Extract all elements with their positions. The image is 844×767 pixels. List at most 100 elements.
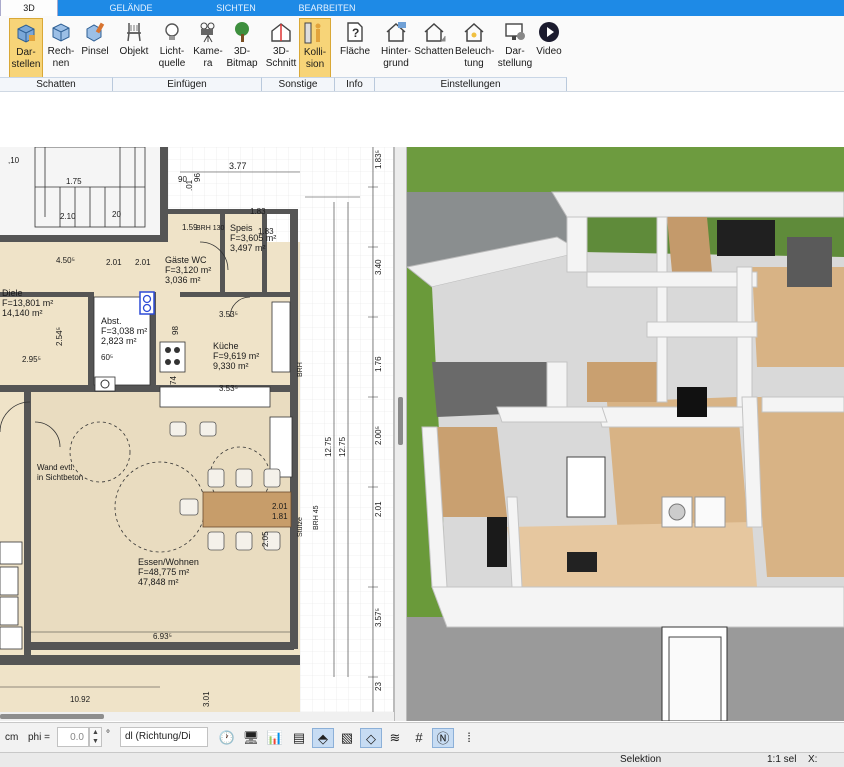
status-scale: 1:1 sel [767, 754, 797, 765]
tab-bearbeiten[interactable]: BEARBEITEN [292, 0, 362, 16]
walls-view-icon[interactable]: ⬘ [312, 728, 334, 748]
darstellen-button[interactable]: Dar- stellen [9, 18, 43, 78]
dim-98: 98 [171, 326, 180, 335]
dim-201v: 2.01 [374, 501, 383, 517]
label-brh130: BRH 130 [196, 225, 225, 232]
bottom-toolbar: cm phi = ▲▼ ° dl (Richtung/Di 🕐 🖥 📊 ▤ ⬘ … [0, 722, 844, 752]
plan-horizontal-scrollbar[interactable] [0, 712, 394, 721]
room-wc-name: Gäste WC [165, 255, 207, 265]
room-diele-a: 14,140 m² [2, 308, 43, 318]
kollision-label: Kolli- sion [303, 47, 327, 70]
view-splitter[interactable] [394, 147, 407, 721]
schnitt-button[interactable]: 3D- Schnitt [265, 18, 297, 78]
monitor-settings-icon [505, 23, 525, 40]
kollision-button[interactable]: Kolli- sion [299, 18, 331, 78]
lightbulb-icon [165, 23, 179, 40]
area-question-icon: ? [347, 22, 363, 42]
tab-3d[interactable]: 3D [0, 0, 58, 16]
section-house-icon [271, 23, 291, 42]
dim-23: 23 [374, 682, 383, 691]
dim-200: 2.00⁵ [374, 426, 383, 445]
room-abst-name: Abst. [101, 316, 122, 326]
dim-175: 1.75 [66, 177, 82, 186]
tab-sichten[interactable]: SICHTEN [206, 0, 266, 16]
dim-60: 60⁵ [101, 353, 113, 362]
flaeche-label: Fläche [339, 46, 370, 57]
north-icon[interactable]: Ⓝ [432, 728, 454, 748]
dim-205: 2.05 [261, 531, 270, 547]
status-bar: Selektion 1:1 sel X: [0, 752, 844, 767]
pinsel-button[interactable]: Pinsel [79, 18, 111, 78]
hintergrund-button[interactable]: Hinter- grund [378, 18, 414, 78]
room-kueche-a: 9,330 m² [213, 361, 249, 371]
dim-183v: 1.83⁵ [374, 150, 383, 169]
scrollbar-thumb[interactable] [0, 714, 104, 719]
render-cube-icon [17, 24, 35, 43]
stack-icon[interactable]: ≋ [384, 728, 406, 748]
darstellung-label: Dar- stellung [497, 46, 533, 69]
ribbon: Dar- stellen Rech- nen Pinsel Objekt Lic… [0, 16, 844, 92]
note-wand-2: in Sichtbeton [37, 473, 83, 482]
label-stuetze: Stütze [297, 517, 304, 537]
layers-color-icon[interactable]: ▤ [288, 728, 310, 748]
group-info: Info [335, 77, 375, 91]
status-x: X: [808, 754, 818, 765]
lichtquelle-label: Licht- quelle [158, 46, 186, 69]
house-light-icon [464, 22, 484, 42]
kamera-label: Kame- ra [193, 46, 223, 69]
beleuchtung-button[interactable]: Beleuch- tung [455, 18, 494, 78]
dim-301: 3.01 [202, 691, 211, 707]
dim-96: 96 [193, 173, 202, 182]
direction-input[interactable]: dl (Richtung/Di [120, 727, 208, 747]
lichtquelle-button[interactable]: Licht- quelle [154, 18, 190, 78]
group-einstellungen: Einstellungen [375, 77, 567, 91]
phi-label: phi = [28, 732, 50, 743]
video-label: Video [536, 46, 562, 57]
dim-201a: 2.01 [106, 258, 122, 267]
monitor-icon[interactable]: 🖥 [240, 728, 262, 748]
floor-view-icon[interactable]: ◇ [360, 728, 382, 748]
presentation-icon[interactable]: 📊 [264, 728, 286, 748]
bitmap-button[interactable]: 3D- Bitmap [225, 18, 259, 78]
tv-3d [717, 220, 775, 256]
3d-view[interactable] [407, 147, 844, 721]
svg-text:?: ? [352, 26, 359, 40]
phi-stepper[interactable]: ▲ ▼ [89, 727, 102, 747]
grid-icon[interactable]: # [408, 728, 430, 748]
3d-render-canvas[interactable] [407, 147, 844, 721]
calc-cube-icon [52, 23, 70, 42]
room-kueche-f: F=9,619 m² [213, 351, 259, 361]
tab-gelaende[interactable]: GELÄNDE [104, 0, 158, 16]
floor-plan-view[interactable]: 3.77 1.83 1.83 2.10 1.75 ,10 4.50⁵ 2.01 … [0, 147, 394, 721]
room-wc-a: 3,036 m² [165, 275, 201, 285]
dim-450: 4.50⁵ [56, 256, 75, 265]
hatch-icon[interactable]: ▧ [336, 728, 358, 748]
more-icon[interactable]: ⁞ [458, 728, 480, 748]
flaeche-button[interactable]: ? Fläche [338, 18, 372, 78]
clock-icon[interactable]: 🕐 [216, 728, 238, 748]
group-sonstige: Sonstige [262, 77, 335, 91]
schnitt-label: 3D- Schnitt [265, 46, 297, 69]
phi-input[interactable] [57, 727, 89, 747]
objekt-button[interactable]: Objekt [117, 18, 151, 78]
rechnen-label: Rech- nen [47, 46, 75, 69]
room-diele-f: F=13,801 m² [2, 298, 53, 308]
unit-label: cm [5, 732, 19, 743]
darstellung-button[interactable]: Dar- stellung [496, 18, 534, 78]
dim-201b: 2.01 [135, 258, 151, 267]
room-essen-f: F=48,775 m² [138, 567, 189, 577]
pinsel-label: Pinsel [81, 46, 109, 57]
dim-20: 20 [112, 210, 121, 219]
splitter-grip[interactable] [398, 397, 403, 445]
rechnen-button[interactable]: Rech- nen [44, 18, 78, 78]
dim-357: 3.57⁵ [374, 608, 383, 627]
schatten-button[interactable]: Schatten [414, 18, 454, 78]
darstellen-label: Dar- stellen [11, 47, 41, 70]
room-wc-f: F=3,120 m² [165, 265, 211, 275]
kamera-button[interactable]: Kame- ra [193, 18, 223, 78]
dim-181: 1.81 [272, 512, 288, 521]
video-button[interactable]: Video [534, 18, 564, 78]
floor-plan-canvas[interactable]: 3.77 1.83 1.83 2.10 1.75 ,10 4.50⁵ 2.01 … [0, 147, 394, 721]
room-essen-a: 47,848 m² [138, 577, 179, 587]
dim-377: 3.77 [229, 161, 247, 171]
